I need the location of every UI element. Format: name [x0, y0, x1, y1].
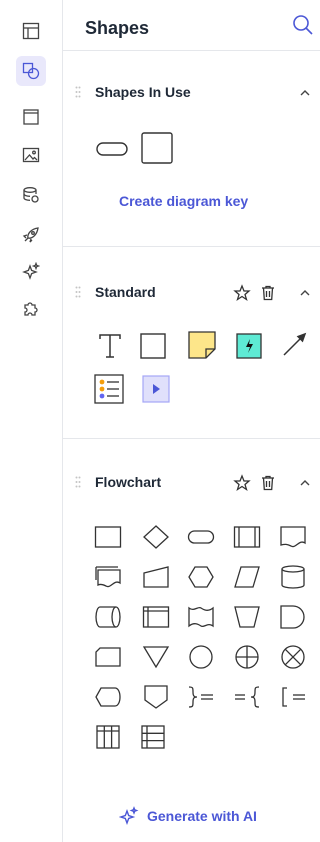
shape-or[interactable] [233, 643, 261, 671]
shape-card[interactable] [94, 643, 122, 671]
divider [63, 50, 320, 51]
shape-decision[interactable] [142, 523, 170, 551]
search-icon [293, 15, 313, 35]
ai-button[interactable] [16, 256, 46, 286]
grip-icon[interactable] [75, 476, 81, 488]
shape-data[interactable] [233, 563, 261, 591]
sparkle-icon [119, 806, 139, 826]
images-button[interactable] [16, 140, 46, 170]
shape-manual-input[interactable] [142, 563, 170, 591]
image-icon [22, 147, 40, 163]
layout-panels-icon [22, 22, 40, 40]
trash-icon[interactable] [259, 284, 277, 302]
puzzle-icon [24, 302, 38, 316]
shape-annotation-right[interactable] [187, 683, 215, 711]
database-link-icon [23, 187, 39, 203]
shape-off-page-connector[interactable] [142, 683, 170, 711]
shape-document[interactable] [279, 523, 307, 551]
generate-with-ai-button[interactable]: Generate with AI [119, 806, 257, 826]
panel-title: Shapes [85, 18, 150, 38]
chevron-up-icon[interactable] [298, 286, 312, 300]
divider [63, 246, 320, 247]
chevron-up-icon[interactable] [298, 86, 312, 100]
divider [63, 438, 320, 439]
shape-vertical-swimlane[interactable] [94, 723, 122, 751]
star-icon[interactable] [233, 284, 251, 302]
shape-terminator[interactable] [187, 523, 215, 551]
section-title-shapes-in-use: Shapes In Use [95, 84, 191, 100]
shape-punched-tape[interactable] [187, 603, 215, 631]
shape-rectangle[interactable] [140, 131, 174, 165]
shape-sticky-note[interactable] [187, 330, 217, 360]
section-title-flowchart: Flowchart [95, 474, 162, 490]
shape-annotation-left[interactable] [233, 683, 261, 711]
shape-rectangle[interactable] [139, 332, 167, 360]
shape-merge[interactable] [142, 643, 170, 671]
window-icon [23, 109, 39, 125]
trash-icon[interactable] [259, 474, 277, 492]
shapes-button[interactable] [16, 56, 46, 86]
shape-comment-bracket[interactable] [279, 683, 307, 711]
quick-start-button[interactable] [16, 220, 46, 250]
grip-icon[interactable] [75, 86, 81, 98]
create-diagram-key-link[interactable]: Create diagram key [119, 193, 248, 209]
shape-arrow-line[interactable] [281, 330, 309, 358]
shape-display[interactable] [94, 683, 122, 711]
containers-button[interactable] [16, 102, 46, 132]
shape-video-player[interactable] [141, 374, 171, 404]
star-icon[interactable] [233, 474, 251, 492]
shape-predefined-process[interactable] [233, 523, 261, 551]
shape-list[interactable] [93, 373, 125, 405]
generate-with-ai-label: Generate with AI [147, 808, 257, 824]
grip-icon[interactable] [75, 286, 81, 298]
shape-database[interactable] [279, 563, 307, 591]
left-toolbar [0, 0, 63, 842]
section-title-standard: Standard [95, 284, 156, 300]
integrations-button[interactable] [16, 294, 46, 324]
layout-panels-button[interactable] [16, 16, 46, 46]
shape-horizontal-swimlane[interactable] [139, 723, 167, 751]
shapes-icon [22, 62, 40, 80]
rocket-icon [22, 227, 39, 243]
shape-internal-storage[interactable] [142, 603, 170, 631]
search-button[interactable] [290, 12, 316, 38]
shape-preparation[interactable] [187, 563, 215, 591]
shape-connector[interactable] [187, 643, 215, 671]
data-linking-button[interactable] [16, 180, 46, 210]
shape-delay[interactable] [279, 603, 307, 631]
shape-action-button[interactable] [235, 332, 263, 360]
shape-text[interactable] [96, 332, 124, 360]
shape-summing-junction[interactable] [279, 643, 307, 671]
shapes-panel: Shapes Shapes In Use Create diagram key … [63, 0, 320, 842]
chevron-up-icon[interactable] [298, 476, 312, 490]
shape-manual-operation[interactable] [233, 603, 261, 631]
sparkle-icon [22, 262, 40, 280]
shape-multiple-documents[interactable] [94, 563, 122, 591]
shape-direct-data[interactable] [94, 603, 122, 631]
shape-process[interactable] [94, 523, 122, 551]
shape-terminator[interactable] [95, 134, 129, 162]
